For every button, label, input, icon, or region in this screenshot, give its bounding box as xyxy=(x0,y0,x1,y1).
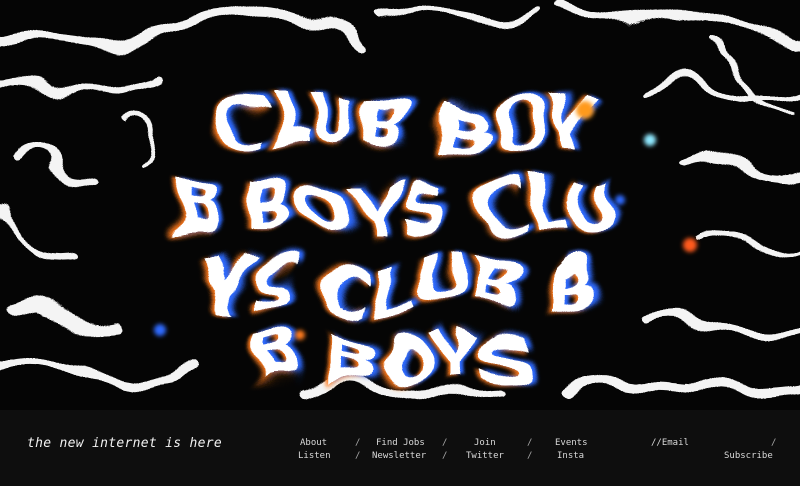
nav-events-link[interactable]: Events xyxy=(555,438,588,448)
nav-find-jobs-link[interactable]: Find Jobs xyxy=(376,438,425,448)
nav-separator: / xyxy=(355,451,361,461)
hero-line-2: B BOYS CLU xyxy=(170,169,621,248)
nav-newsletter-link[interactable]: Newsletter xyxy=(372,451,426,461)
hero-line-1: CLUB BOY xyxy=(216,87,595,166)
nav-join-link[interactable]: Join xyxy=(474,438,496,448)
nav-separator: / xyxy=(442,451,448,461)
nav-separator: / xyxy=(771,438,777,448)
nav-email-link[interactable]: //Email xyxy=(651,438,689,448)
nav-separator: / xyxy=(442,438,448,448)
site-footer: the new internet is here About / Find Jo… xyxy=(0,410,800,486)
nav-separator: / xyxy=(355,438,361,448)
nav-separator: / xyxy=(527,438,533,448)
hero-line-3: YS CLUB B xyxy=(200,249,596,328)
nav-listen-link[interactable]: Listen xyxy=(298,451,331,461)
nav-twitter-link[interactable]: Twitter xyxy=(466,451,504,461)
tagline: the new internet is here xyxy=(27,436,223,451)
nav-about-link[interactable]: About xyxy=(300,438,327,448)
nav-subscribe-link[interactable]: Subscribe xyxy=(724,451,773,461)
hero-artwork: CLUB BOY B BOYS CLU YS CLUB B B BOYS CLU… xyxy=(0,0,800,410)
hero-banner: CLUB BOY B BOYS CLU YS CLUB B B BOYS CLU… xyxy=(0,0,800,410)
hero-line-4: B BOYS xyxy=(249,322,530,401)
nav-separator: / xyxy=(527,451,533,461)
nav-insta-link[interactable]: Insta xyxy=(557,451,584,461)
